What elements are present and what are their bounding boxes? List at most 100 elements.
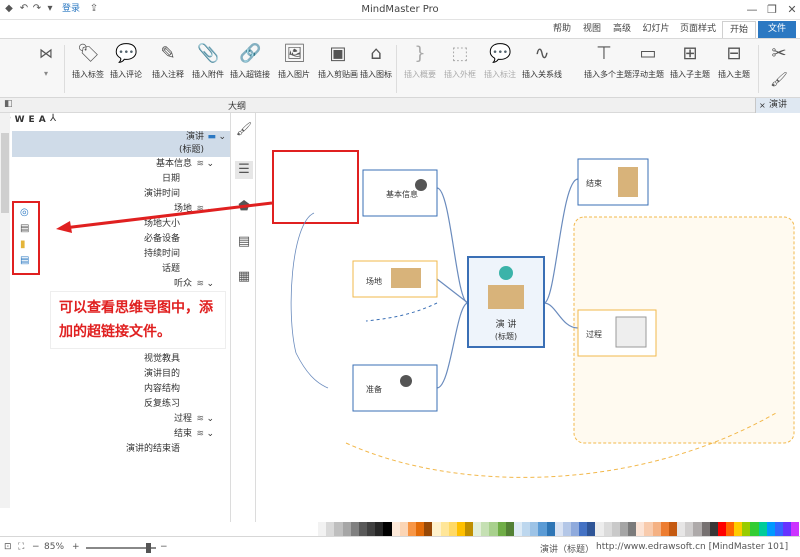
zoom-in-icon[interactable]: + <box>72 542 80 552</box>
outline-item[interactable]: 内容结构 <box>12 382 230 397</box>
color-swatch[interactable] <box>636 522 645 536</box>
color-swatch[interactable] <box>587 522 596 536</box>
color-swatch[interactable] <box>367 522 376 536</box>
color-swatch[interactable] <box>318 522 327 536</box>
color-swatch[interactable] <box>505 522 514 536</box>
color-swatch[interactable] <box>350 522 359 536</box>
tab-view[interactable]: 视图 <box>578 21 606 38</box>
redo-icon[interactable]: ↷ <box>31 3 43 15</box>
zoom-slider[interactable] <box>86 543 156 553</box>
color-swatch[interactable] <box>489 522 498 536</box>
outline-item[interactable]: 结束 ⌄ ≋ <box>12 427 230 442</box>
tab-help[interactable]: 帮助 <box>548 21 576 38</box>
insert-attachment-button[interactable]: 📎 插入附件 <box>188 41 228 95</box>
zoom-out-icon[interactable]: − <box>32 542 40 552</box>
color-swatch[interactable] <box>725 522 735 536</box>
insert-callout-button[interactable]: 💬 插入标注 <box>480 41 520 95</box>
outline-item[interactable]: 演讲目的 <box>12 367 230 382</box>
zoom-slider-thumb[interactable] <box>146 543 151 553</box>
color-swatch[interactable] <box>579 522 588 536</box>
color-swatch[interactable] <box>652 522 661 536</box>
insert-note-button[interactable]: ✎ 插入注释 <box>148 41 188 95</box>
color-swatch[interactable] <box>774 522 784 536</box>
color-swatch[interactable] <box>334 522 343 536</box>
color-palette-bar[interactable] <box>310 522 800 536</box>
outline-item[interactable]: 过程 ⌄ ≋ <box>12 412 230 427</box>
color-swatch[interactable] <box>448 522 457 536</box>
outline-item[interactable]: 持续时间 <box>12 247 230 262</box>
outline-item[interactable]: 听众 ⌄ ≋ <box>12 277 230 292</box>
color-swatch[interactable] <box>399 522 408 536</box>
color-swatch[interactable] <box>473 522 482 536</box>
insert-comment-button[interactable]: 💬 插入评论 <box>106 41 146 95</box>
chevron-down-icon[interactable]: ⌄ <box>206 412 214 427</box>
insert-clipart-button[interactable]: ▣ 插入剪贴画 <box>318 41 358 95</box>
color-swatch[interactable] <box>342 522 351 536</box>
color-swatch[interactable] <box>481 522 490 536</box>
color-swatch[interactable] <box>677 522 686 536</box>
outline-item[interactable]: 基本信息 ⌄ ≋ <box>12 157 230 172</box>
color-swatch[interactable] <box>530 522 539 536</box>
chevron-down-icon[interactable]: ⌄ <box>206 427 214 442</box>
color-swatch[interactable] <box>358 522 368 536</box>
scrollbar-thumb[interactable] <box>1 133 9 213</box>
color-swatch[interactable] <box>628 522 637 536</box>
tab-advanced[interactable]: 高级 <box>608 21 636 38</box>
color-swatch[interactable] <box>522 522 531 536</box>
insert-icon-button[interactable]: ⌂ 插入图标 <box>356 41 396 95</box>
layout-button[interactable]: ⋈ ▾ <box>30 41 62 95</box>
insert-topic-button[interactable]: ⊟ 插入主题 <box>714 41 754 95</box>
insert-boundary-button[interactable]: ⬚ 插入外框 <box>440 41 480 95</box>
outline-item[interactable]: 必备设备 <box>12 232 230 247</box>
close-tab-icon[interactable]: × <box>759 98 766 113</box>
color-swatch[interactable] <box>717 522 726 536</box>
color-swatch[interactable] <box>619 522 629 536</box>
chevron-down-icon[interactable]: ⌄ <box>206 157 214 172</box>
tab-home[interactable]: 开始 <box>722 21 756 38</box>
tab-slides[interactable]: 幻灯片 <box>638 21 674 38</box>
color-swatch[interactable] <box>432 522 441 536</box>
color-swatch[interactable] <box>554 522 563 536</box>
color-swatch[interactable] <box>497 522 506 536</box>
color-swatch[interactable] <box>456 522 465 536</box>
export-excel-button[interactable]: E <box>29 115 39 125</box>
format-brush-icon[interactable]: 🖌 <box>235 121 253 139</box>
export-word-button[interactable]: W <box>15 115 29 125</box>
panel-toggle-icon[interactable]: ◧ <box>4 99 13 109</box>
color-swatch[interactable] <box>750 522 759 536</box>
insert-picture-button[interactable]: 🖼 插入图片 <box>274 41 314 95</box>
color-swatch[interactable] <box>644 522 653 536</box>
mindmap-canvas[interactable]: 演 讲 (标题) 基本信息 场地 准备 结束 过程 <box>256 113 800 522</box>
color-swatch[interactable] <box>571 522 580 536</box>
insert-hyperlink-button[interactable]: 🔗 插入超链接 <box>230 41 270 95</box>
color-swatch[interactable] <box>766 522 775 536</box>
attachment-panel-icon[interactable]: ▤ <box>235 233 253 251</box>
color-swatch[interactable] <box>701 522 710 536</box>
color-swatch[interactable] <box>791 522 800 536</box>
outline-item[interactable]: 视觉教具 <box>12 352 230 367</box>
zoom-minus-icon[interactable]: − <box>160 542 168 552</box>
color-swatch[interactable] <box>424 522 433 536</box>
text-format-icon[interactable]: ⅄ <box>50 113 56 124</box>
color-swatch[interactable] <box>783 522 792 536</box>
fullscreen-icon[interactable]: ⛶ <box>18 542 24 552</box>
color-swatch[interactable] <box>758 522 767 536</box>
tab-file[interactable]: 文件 <box>758 21 796 38</box>
color-swatch[interactable] <box>685 522 694 536</box>
outline-item[interactable]: 话题 <box>12 262 230 277</box>
insert-multi-topic-button[interactable]: ⊤ 插入多个主题 <box>584 41 632 95</box>
color-swatch[interactable] <box>391 522 400 536</box>
undo-icon[interactable]: ↶ <box>18 3 30 15</box>
insert-summary-button[interactable]: } 插入概要 <box>400 41 440 95</box>
color-swatch[interactable] <box>734 522 743 536</box>
insert-relationship-button[interactable]: ∿ 插入关系线 <box>522 41 562 95</box>
color-swatch[interactable] <box>668 522 678 536</box>
document-tab[interactable]: 演讲 × <box>755 98 800 113</box>
tab-page-style[interactable]: 页面样式 <box>676 21 720 38</box>
outline-item[interactable]: 演讲 (标题) ⌄ ▬ <box>12 131 230 157</box>
chevron-down-icon[interactable]: ⌄ <box>218 131 226 144</box>
color-swatch[interactable] <box>407 522 417 536</box>
color-swatch[interactable] <box>310 522 319 536</box>
dropdown-icon[interactable]: ▾ <box>44 3 56 15</box>
task-panel-icon[interactable]: ▦ <box>235 268 253 286</box>
